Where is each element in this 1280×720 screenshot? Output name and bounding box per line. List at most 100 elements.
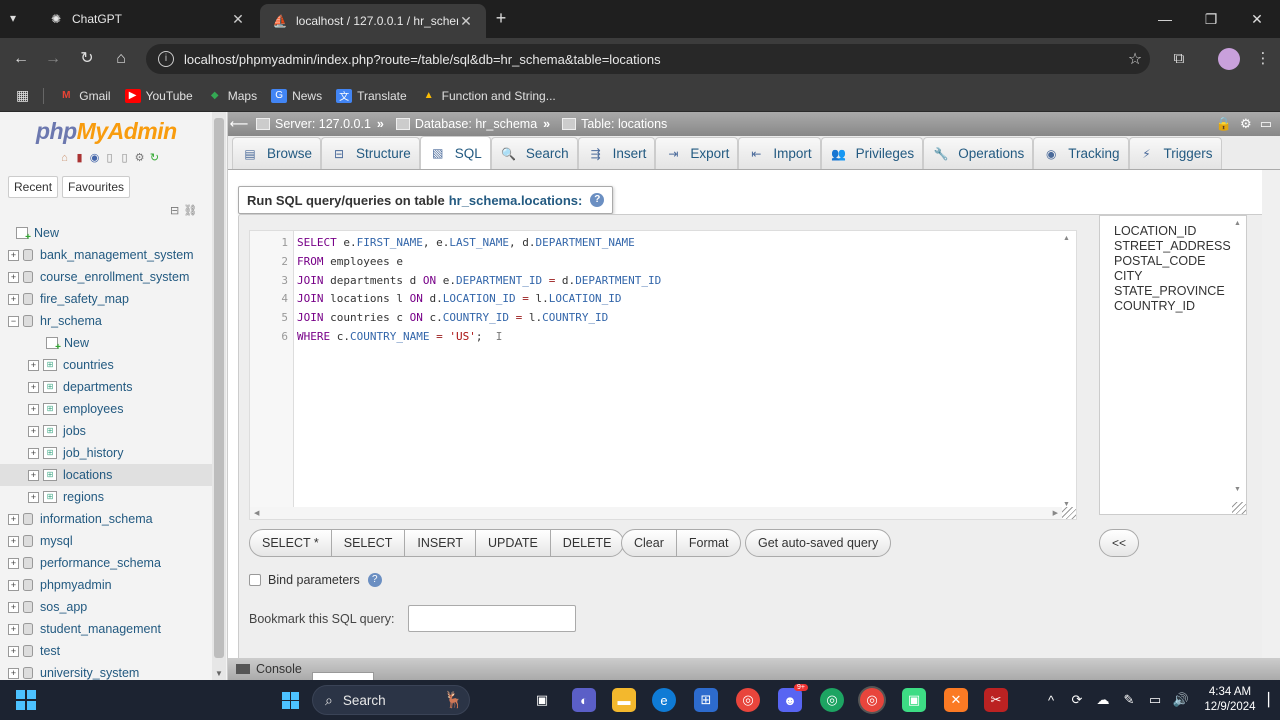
expand-icon[interactable]: + — [28, 425, 39, 437]
bookmark-star-icon[interactable]: ☆ — [1120, 49, 1150, 69]
tree-table-countries[interactable]: + ⊞ countries — [0, 354, 212, 376]
site-info-icon[interactable]: i — [158, 51, 174, 67]
column-option[interactable]: COUNTRY_ID — [1114, 299, 1195, 314]
expand-icon[interactable]: + — [8, 535, 19, 547]
expand-icon[interactable]: + — [28, 447, 39, 459]
edge-icon[interactable]: e — [652, 688, 676, 712]
home-icon[interactable]: ⌂ — [110, 48, 132, 70]
insert-column-button[interactable]: << — [1099, 529, 1139, 557]
tab-search-icon[interactable]: ▾ — [10, 11, 26, 27]
tree-db-course-enrollment-system[interactable]: + course_enrollment_system — [0, 266, 212, 288]
tree-db-performance-schema[interactable]: + performance_schema — [0, 552, 212, 574]
column-option[interactable]: POSTAL_CODE — [1114, 254, 1205, 269]
start-menu-icon[interactable] — [278, 688, 302, 712]
insert-button[interactable]: INSERT — [405, 530, 477, 556]
tree-db-bank-management-system[interactable]: + bank_management_system — [0, 244, 212, 266]
breadcrumb-server[interactable]: Server: 127.0.0.1 — [256, 117, 371, 131]
tab-browse[interactable]: ▤ Browse — [232, 137, 322, 169]
help-icon[interactable]: ◉ — [88, 152, 101, 165]
reload-icon[interactable]: ↻ — [76, 48, 98, 70]
tree-db-fire-safety-map[interactable]: + fire_safety_map — [0, 288, 212, 310]
bind-parameters-checkbox[interactable] — [249, 574, 261, 586]
resize-grip-icon[interactable] — [1062, 507, 1076, 519]
tree-table-employees[interactable]: + ⊞ employees — [0, 398, 212, 420]
tree-table-regions[interactable]: + ⊞ regions — [0, 486, 212, 508]
help-icon[interactable]: ? — [367, 573, 382, 587]
taskbar-search[interactable]: ⌕ Search 🦌 — [312, 685, 470, 715]
collapse-all-icon[interactable]: ⊟ — [170, 204, 179, 217]
tree-item-new[interactable]: New — [0, 222, 212, 244]
query-title-table-link[interactable]: hr_schema.locations: — [449, 193, 583, 208]
task-view-icon[interactable]: ▣ — [530, 688, 554, 712]
delete-button[interactable]: DELETE — [551, 530, 624, 556]
console-label[interactable]: Console — [256, 662, 302, 676]
column-option[interactable]: CITY — [1114, 269, 1142, 284]
bookmark-translate[interactable]: 文 Translate — [336, 88, 407, 103]
file-explorer-icon[interactable]: ▬ — [612, 688, 636, 712]
expand-icon[interactable]: + — [8, 271, 19, 283]
code-text[interactable]: SELECT e.FIRST_NAME, e.LAST_NAME, d.DEPA… — [297, 233, 635, 252]
collapse-icon[interactable]: ▭ — [1260, 116, 1272, 132]
url-text[interactable]: localhost/phpmyadmin/index.php?route=/ta… — [184, 52, 1120, 67]
scroll-up-arrow-icon[interactable]: ▲ — [1234, 220, 1241, 227]
expand-icon[interactable]: + — [28, 491, 39, 503]
tree-table-locations[interactable]: + ⊞ locations — [0, 464, 212, 486]
reload-icon[interactable]: ↻ — [148, 152, 161, 165]
expand-icon[interactable]: + — [8, 645, 19, 657]
collapse-icon[interactable]: − — [8, 315, 19, 327]
close-window-icon[interactable]: ✕ — [1234, 0, 1280, 38]
tree-db-phpmyadmin[interactable]: + phpmyadmin — [0, 574, 212, 596]
tab-tracking[interactable]: ◉ Tracking — [1033, 137, 1129, 169]
volume-icon[interactable]: 🔊 — [1168, 692, 1194, 708]
format-button[interactable]: Format — [677, 530, 741, 556]
tab-triggers[interactable]: ⚡ Triggers — [1128, 137, 1222, 169]
select-button[interactable]: SELECT — [332, 530, 406, 556]
bookmark-function-and-string[interactable]: ▲ Function and String... — [421, 89, 556, 103]
chrome-profile-icon[interactable]: ◎ — [820, 688, 844, 712]
breadcrumb-table[interactable]: Table: locations — [562, 117, 667, 131]
expand-icon[interactable]: + — [28, 403, 39, 415]
tab-privileges[interactable]: 👥 Privileges — [820, 137, 924, 169]
scrollbar-thumb[interactable] — [214, 118, 224, 658]
tree-table-jobs[interactable]: + ⊞ jobs — [0, 420, 212, 442]
code-text[interactable]: JOIN locations l ON d.LOCATION_ID = l.LO… — [297, 289, 622, 308]
breadcrumb-database[interactable]: Database: hr_schema — [395, 117, 537, 131]
tab-sql[interactable]: ▧ SQL — [419, 136, 491, 169]
maximize-icon[interactable]: ❐ — [1188, 0, 1234, 38]
code-text[interactable]: JOIN departments d ON e.DEPARTMENT_ID = … — [297, 271, 661, 290]
apps-grid-icon[interactable]: ▦ — [16, 87, 29, 104]
collapse-sidebar-icon[interactable]: ⟵ — [228, 116, 250, 132]
expand-icon[interactable]: + — [8, 293, 19, 305]
settings-icon[interactable]: ⚙ — [133, 152, 146, 165]
code-text[interactable]: WHERE c.COUNTRY_NAME = 'US'; I — [297, 327, 502, 346]
profile-avatar[interactable] — [1218, 48, 1240, 70]
column-option[interactable]: STATE_PROVINCE — [1114, 284, 1225, 299]
expand-icon[interactable]: + — [28, 359, 39, 371]
docs-icon[interactable]: ▯ — [118, 152, 131, 165]
omnibox[interactable]: i localhost/phpmyadmin/index.php?route=/… — [146, 44, 1150, 74]
scroll-down-arrow-icon[interactable]: ▼ — [214, 669, 224, 678]
chrome-icon[interactable]: ◎ — [736, 688, 760, 712]
console-bar[interactable]: Console — [228, 658, 1280, 680]
scroll-left-arrow-icon[interactable]: ◀ — [254, 509, 259, 517]
new-tab-button[interactable]: + — [490, 8, 512, 29]
tab-search[interactable]: 🔍 Search — [490, 137, 578, 169]
tab-insert[interactable]: ⇶ Insert — [577, 137, 656, 169]
docs-icon[interactable]: ▯ — [103, 152, 116, 165]
code-text[interactable]: FROM employees e — [297, 252, 403, 271]
expand-icon[interactable]: + — [8, 667, 19, 679]
get-auto-saved-query-button[interactable]: Get auto-saved query — [746, 530, 890, 556]
tree-db-student-management[interactable]: + student_management — [0, 618, 212, 640]
sync-icon[interactable]: ⟳ — [1064, 692, 1090, 708]
tab-export[interactable]: ⇥ Export — [655, 137, 739, 169]
expand-icon[interactable]: + — [8, 249, 19, 261]
minimize-icon[interactable]: — — [1142, 0, 1188, 38]
android-studio-icon[interactable]: ▣ — [902, 688, 926, 712]
bookmark-gmail[interactable]: M Gmail — [58, 89, 111, 103]
help-icon[interactable]: ? — [590, 193, 605, 207]
resize-grip-icon[interactable] — [1232, 502, 1246, 514]
tree-table-job-history[interactable]: + ⊞ job_history — [0, 442, 212, 464]
scroll-down-arrow-icon[interactable]: ▼ — [1234, 486, 1241, 493]
teams-icon[interactable]: ◐ — [572, 688, 596, 712]
logout-icon[interactable]: ▮ — [73, 152, 86, 165]
